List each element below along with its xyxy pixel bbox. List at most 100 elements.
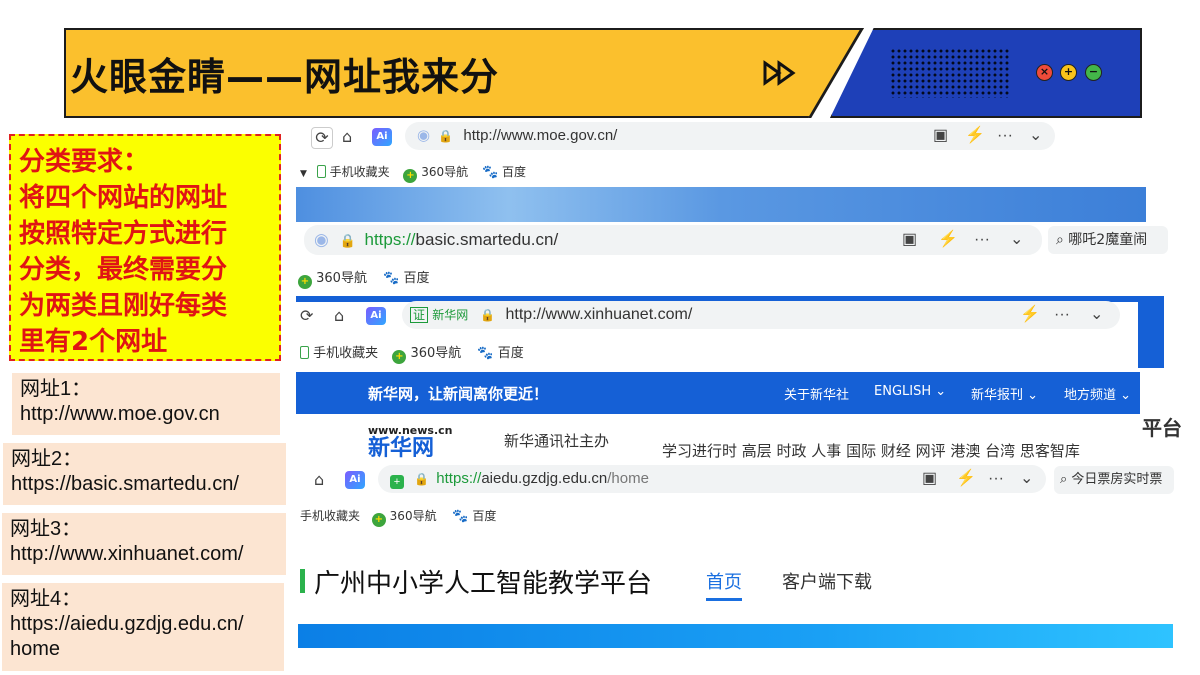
url-value: https://aiedu.gzdjg.edu.cn/: [10, 613, 244, 635]
bookmark-item[interactable]: 360导航: [410, 346, 461, 361]
xinhua-logo[interactable]: www.news.cn 新华网: [368, 424, 464, 464]
more-icon[interactable]: ···: [997, 126, 1013, 146]
image-icon[interactable]: ▣: [902, 230, 917, 250]
minimize-dot-icon: −: [1085, 64, 1102, 81]
image-icon[interactable]: ▣: [933, 126, 948, 146]
chevron-down-icon[interactable]: ⌄: [1010, 230, 1023, 250]
bookmark-item[interactable]: 360导航: [421, 165, 468, 179]
insecure-icon: 🔒: [480, 308, 496, 322]
url-text: http://www.xinhuanet.com/: [505, 306, 693, 323]
bookmark-item[interactable]: 百度: [472, 509, 496, 523]
slide: 火眼金睛——网址我来分 × + − 分类要求： 将四个网站的网址 按照特定方式进…: [0, 0, 1200, 675]
url-value: http://www.moe.gov.cn: [20, 403, 220, 425]
site-icon: ◉: [314, 230, 329, 249]
url-label: 网址4：: [10, 588, 82, 610]
bookmark-item[interactable]: 百度: [502, 165, 526, 179]
bookmark-item[interactable]: 360导航: [390, 509, 437, 523]
nav-home[interactable]: 首页: [706, 568, 742, 594]
reload-icon[interactable]: ⟳: [311, 127, 333, 149]
url-host: aiedu.gzdjg.edu.cn: [481, 470, 608, 487]
more-icon[interactable]: ···: [1054, 305, 1070, 325]
nav-item[interactable]: 新华报刊 ⌄: [971, 384, 1038, 403]
url-value: home: [10, 638, 61, 660]
bookmark-item[interactable]: 360导航: [316, 271, 367, 286]
url-value: https://basic.smartedu.cn/: [11, 473, 239, 495]
maximize-dot-icon: +: [1060, 64, 1077, 81]
requirement-line: 里有2个网址: [19, 327, 168, 357]
nav-item[interactable]: 地方频道 ⌄: [1064, 384, 1131, 403]
ai-icon[interactable]: Ai: [372, 128, 392, 146]
search-icon: ⌕: [1056, 232, 1064, 248]
home-icon[interactable]: ⌂: [314, 470, 324, 490]
lightning-icon[interactable]: ⚡: [1020, 305, 1040, 325]
url-card-3: 网址3： http://www.xinhuanet.com/: [2, 513, 286, 575]
section-links[interactable]: 学习进行时 高层 时政 人事 国际 财经 网评 港澳 台湾 思客智库: [662, 440, 1080, 461]
bookmark-item[interactable]: 手机收藏夹: [330, 165, 390, 179]
home-icon[interactable]: ⌂: [334, 306, 344, 326]
chevron-down-icon[interactable]: ⌄: [1020, 469, 1033, 489]
search-box[interactable]: ⌕ 今日票房实时票: [1054, 466, 1174, 494]
caret-icon: ▼: [300, 169, 307, 179]
baidu-paw-icon: 🐾: [452, 509, 469, 524]
url-label: 网址1：: [20, 378, 92, 400]
requirement-box: 分类要求： 将四个网站的网址 按照特定方式进行 分类，最终需要分 为两类且刚好每…: [9, 134, 281, 361]
cert-icon: 证: [410, 307, 429, 323]
chevron-down-icon[interactable]: ⌄: [1029, 126, 1042, 146]
insecure-icon: 🔒: [438, 129, 454, 143]
url-label: 网址3：: [10, 518, 82, 540]
ai-icon[interactable]: Ai: [366, 307, 386, 325]
bookmark-item[interactable]: 百度: [498, 346, 524, 361]
close-dot-icon: ×: [1036, 64, 1053, 81]
bookmarks-bar-smartedu: + 360导航 🐾 百度: [298, 271, 429, 289]
url-text: http://www.moe.gov.cn/: [463, 127, 618, 144]
search-box[interactable]: ⌕ 哪吒2魔童闹: [1048, 226, 1168, 254]
reload-icon[interactable]: ⟳: [300, 306, 313, 326]
nav-item[interactable]: ENGLISH ⌄: [874, 384, 946, 399]
image-icon[interactable]: ▣: [922, 469, 937, 489]
address-bar[interactable]: + 🔒 https://aiedu.gzdjg.edu.cn/home ▣ ⚡ …: [378, 465, 1046, 493]
slide-title: 火眼金睛——网址我来分: [70, 55, 500, 99]
sponsor-text: 新华通讯社主办: [504, 432, 610, 450]
requirement-line: 将四个网站的网址: [19, 183, 228, 213]
bookmarks-bar-moe: ▼ 手机收藏夹 + 360导航 🐾 百度: [300, 164, 526, 183]
chevron-down-icon[interactable]: ⌄: [1090, 305, 1103, 325]
home-icon[interactable]: ⌂: [342, 127, 352, 147]
ai-icon[interactable]: Ai: [345, 471, 365, 489]
gzdjg-banner: [298, 624, 1173, 648]
baidu-paw-icon: 🐾: [477, 346, 494, 361]
active-tab-indicator: [706, 598, 742, 601]
requirement-line: 分类，最终需要分: [19, 255, 228, 285]
secure-lock-icon: 🔒: [339, 233, 356, 248]
shield-plus-icon: +: [390, 475, 404, 489]
address-bar[interactable]: 证 新华网 🔒 http://www.xinhuanet.com/ ⚡ ··· …: [402, 301, 1120, 329]
more-icon[interactable]: ···: [974, 230, 990, 250]
address-bar[interactable]: ◉ 🔒 https://basic.smartedu.cn/ ▣ ⚡ ··· ⌄: [304, 225, 1042, 255]
search-icon: ⌕: [1060, 472, 1068, 487]
360-icon: +: [298, 275, 312, 289]
fast-forward-icon: [763, 60, 796, 86]
lightning-icon[interactable]: ⚡: [956, 469, 976, 489]
nav-client-download[interactable]: 客户端下载: [782, 568, 872, 594]
phone-icon: [316, 165, 326, 178]
address-bar[interactable]: ◉ 🔒 http://www.moe.gov.cn/ ▣ ⚡ ··· ⌄: [405, 122, 1055, 150]
nav-item[interactable]: 关于新华社: [784, 384, 849, 403]
lightning-icon[interactable]: ⚡: [965, 126, 985, 146]
url-card-2: 网址2： https://basic.smartedu.cn/: [3, 443, 286, 505]
search-text: 今日票房实时票: [1071, 472, 1163, 487]
more-icon[interactable]: ···: [988, 469, 1004, 489]
phone-icon: [300, 346, 309, 359]
bookmarks-bar-gzdjg: 手机收藏夹 + 360导航 🐾 百度: [300, 508, 496, 527]
bookmark-item[interactable]: 手机收藏夹: [300, 509, 360, 523]
site-icon: ◉: [417, 127, 431, 144]
logo-name: 新华网: [368, 436, 435, 461]
url-card-1: 网址1： http://www.moe.gov.cn: [12, 373, 280, 435]
requirement-line: 为两类且刚好每类: [19, 291, 228, 321]
url-text: basic.smartedu.cn/: [415, 230, 559, 249]
site-badge: 新华网: [432, 308, 469, 322]
lightning-icon[interactable]: ⚡: [938, 230, 958, 250]
bookmark-item[interactable]: 百度: [403, 271, 429, 286]
edge-text: 平台: [1142, 416, 1182, 440]
url-card-4: 网址4： https://aiedu.gzdjg.edu.cn/ home: [2, 583, 284, 671]
url-label: 网址2：: [11, 448, 83, 470]
bookmark-item[interactable]: 手机收藏夹: [313, 346, 378, 361]
